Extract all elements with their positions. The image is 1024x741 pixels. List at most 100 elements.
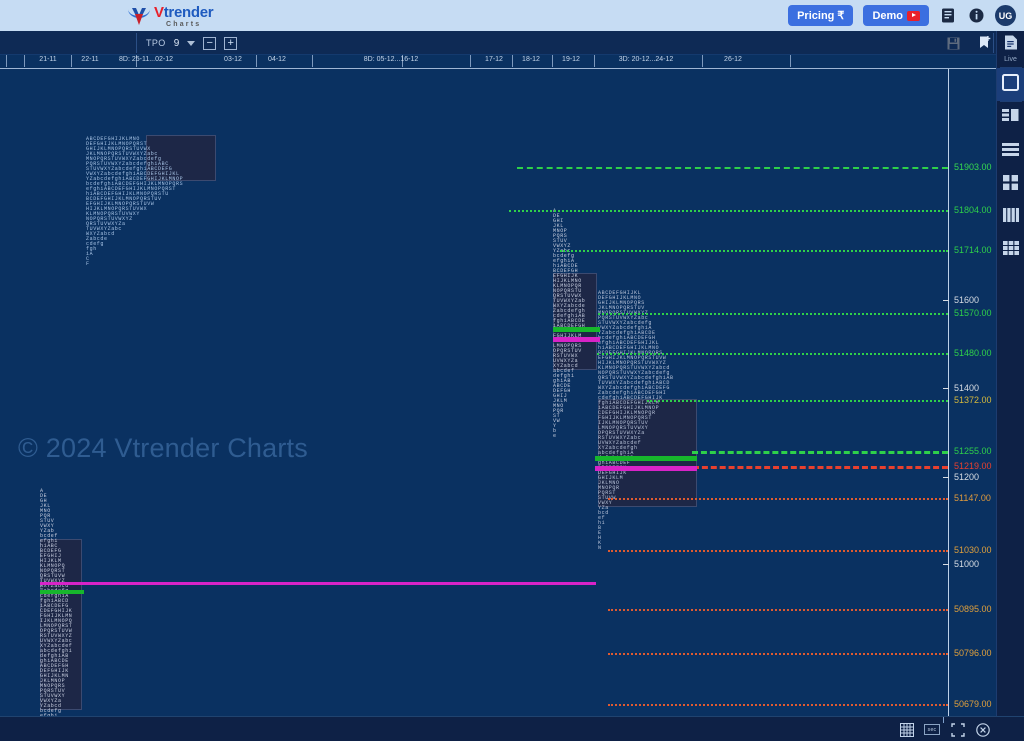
plot-area[interactable]: ABCDEFGHIJKLMNO DEFGHIJKLMNOPQRST GHIJKLMN… xyxy=(0,69,996,716)
x-axis-label: 03-12 xyxy=(224,56,242,63)
price-reference-line[interactable] xyxy=(608,550,948,552)
crosshair-icon[interactable] xyxy=(950,722,965,737)
price-axis-label: 51480.00 xyxy=(954,348,992,358)
logo-main: Vtrender xyxy=(154,3,214,21)
bookmark-add-icon[interactable] xyxy=(976,34,994,52)
x-axis-label: 26-12 xyxy=(724,56,742,63)
sidebar-item-split-pane[interactable] xyxy=(997,102,1024,135)
vtrender-logo-icon xyxy=(126,5,152,27)
info-icon[interactable] xyxy=(967,7,985,25)
document-icon[interactable] xyxy=(939,7,957,25)
price-axis-label: 51804.00 xyxy=(954,205,992,215)
sec-button[interactable]: sec xyxy=(924,724,940,735)
vah-right-line[interactable] xyxy=(595,456,697,461)
price-reference-line[interactable] xyxy=(509,210,948,212)
right-sidebar: Live xyxy=(996,31,1024,741)
price-axis-tick xyxy=(943,477,949,478)
vtrender-logo[interactable]: Vtrender Charts xyxy=(126,2,218,30)
price-axis-label: 51219.00 xyxy=(954,461,992,471)
x-axis-tick xyxy=(71,55,72,67)
grid-3x3-icon xyxy=(1002,241,1019,260)
x-axis-label: 8D: 05-12...16-12 xyxy=(363,56,419,63)
logo-text: Vtrender Charts xyxy=(154,3,214,28)
avatar-initials: UG xyxy=(998,10,1013,21)
logo-v: V xyxy=(154,3,164,21)
close-circle-icon[interactable] xyxy=(975,722,990,737)
square-icon xyxy=(1002,73,1019,96)
app-header: Vtrender Charts Pricing ₹ Demo UG xyxy=(0,0,1024,31)
poc-right-line[interactable] xyxy=(595,466,697,471)
chart-canvas[interactable]: 21-11 22-11 8D: 25-11...02-12 03-12 04-12 8D:… xyxy=(0,55,996,716)
price-reference-line[interactable] xyxy=(647,400,948,402)
tpo-label: TPO xyxy=(146,38,166,48)
sidebar-item-grid-3x3[interactable] xyxy=(997,234,1024,267)
sidebar-item-grid-2x2[interactable] xyxy=(997,168,1024,201)
price-axis-tick xyxy=(943,300,949,301)
price-reference-line[interactable] xyxy=(608,609,948,611)
price-reference-line[interactable] xyxy=(692,451,948,454)
price-axis-label: 50679.00 xyxy=(954,699,992,709)
sidebar-item-columns-layout[interactable] xyxy=(997,201,1024,234)
price-axis-label: 51903.00 xyxy=(954,162,992,172)
x-axis-label: 19-12 xyxy=(562,56,580,63)
demo-button[interactable]: Demo xyxy=(863,5,929,26)
bottombar-actions: sec xyxy=(899,717,990,741)
x-axis-tick xyxy=(312,55,313,67)
price-reference-line[interactable] xyxy=(608,653,948,655)
tpo-row: N xyxy=(598,545,602,551)
youtube-icon xyxy=(907,10,920,21)
tpo-row: e xyxy=(553,433,557,439)
pricing-button[interactable]: Pricing ₹ xyxy=(788,5,854,26)
header-actions: Pricing ₹ Demo UG xyxy=(788,0,1016,31)
price-reference-line[interactable] xyxy=(608,704,948,706)
chart-toolbar: TPO 9 − + xyxy=(0,31,1024,55)
x-axis-tick xyxy=(256,55,257,67)
x-axis: 21-11 22-11 8D: 25-11...02-12 03-12 04-12 8D:… xyxy=(0,55,996,69)
x-axis-label: 8D: 25-11...02-12 xyxy=(119,56,173,63)
zoom-in-button[interactable]: + xyxy=(224,36,238,50)
price-reference-line[interactable] xyxy=(517,167,948,169)
price-reference-line[interactable] xyxy=(693,466,948,469)
price-axis-label: 51030.00 xyxy=(954,545,992,555)
x-axis-tick xyxy=(24,55,25,67)
save-icon[interactable] xyxy=(944,34,962,52)
tpo-control-group: TPO 9 − + xyxy=(146,31,238,55)
zoom-out-button[interactable]: − xyxy=(203,36,217,50)
logo-sub: Charts xyxy=(165,20,202,28)
chevron-down-icon[interactable] xyxy=(187,40,196,46)
document-icon xyxy=(1004,35,1018,55)
price-reference-line[interactable] xyxy=(598,313,948,315)
x-axis-tick xyxy=(552,55,553,67)
price-axis-label: 51200 xyxy=(954,472,980,482)
toolbar-right-actions xyxy=(944,31,994,55)
grid-icon[interactable] xyxy=(899,722,914,737)
toolbar-divider-right xyxy=(993,33,994,53)
x-axis-label: 3D: 20-12...24-12 xyxy=(618,56,674,63)
price-axis-label: 51600 xyxy=(954,295,980,305)
poc-mid-line[interactable] xyxy=(553,337,600,342)
columns-icon xyxy=(1002,208,1019,227)
app-root: Vtrender Charts Pricing ₹ Demo UG TPO 9 … xyxy=(0,0,1024,741)
tpo-value[interactable]: 9 xyxy=(174,38,180,49)
price-reference-line[interactable] xyxy=(608,498,948,500)
sidebar-item-rows-layout[interactable] xyxy=(997,135,1024,168)
price-reference-line[interactable] xyxy=(597,353,948,355)
poc-left-line[interactable] xyxy=(40,582,596,585)
avatar[interactable]: UG xyxy=(995,5,1016,26)
vah-left-line[interactable] xyxy=(40,590,84,594)
x-axis-label: 18-12 xyxy=(522,56,540,63)
vah-mid-line[interactable] xyxy=(553,327,600,332)
price-axis-label: 51570.00 xyxy=(954,308,992,318)
bottom-bar: sec xyxy=(0,716,1024,741)
price-axis-label: 51255.00 xyxy=(954,446,992,456)
price-axis-label: 51400 xyxy=(954,383,980,393)
price-axis-label: 51714.00 xyxy=(954,245,992,255)
sidebar-item-live[interactable]: Live xyxy=(997,31,1024,67)
y-axis-line xyxy=(948,69,949,716)
price-reference-line[interactable] xyxy=(560,250,948,252)
pricing-label: Pricing ₹ xyxy=(797,10,845,22)
x-axis-tick xyxy=(470,55,471,67)
x-axis-tick xyxy=(6,55,7,67)
price-axis-tick xyxy=(943,564,949,565)
sidebar-item-single-pane[interactable] xyxy=(996,68,1024,101)
